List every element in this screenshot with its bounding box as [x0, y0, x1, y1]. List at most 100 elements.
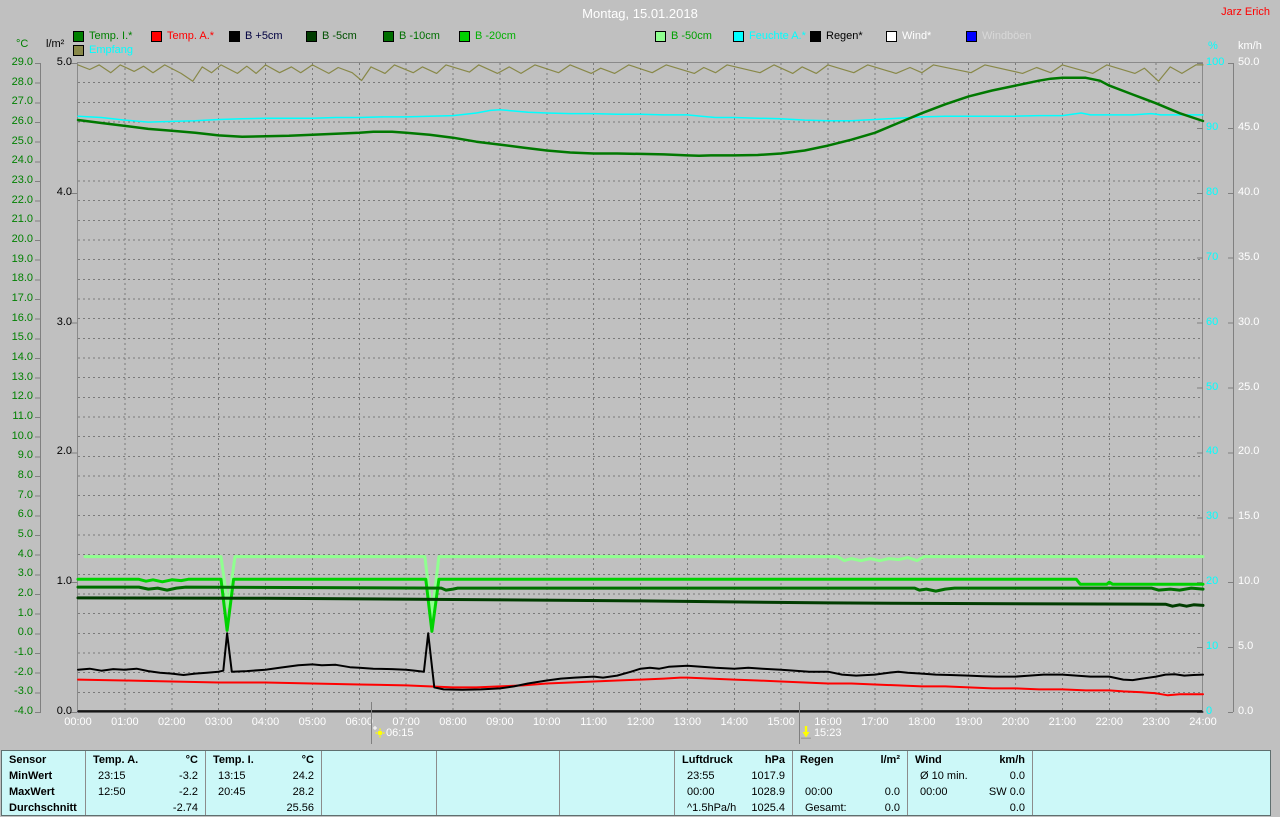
- table-row-labels-column: SensorMinWertMaxWertDurchschnitt: [2, 751, 86, 815]
- rain-tick-label: 4.0: [40, 186, 72, 199]
- time-tick-label: 17:00: [853, 716, 897, 728]
- legend-label: Temp. I.*: [89, 30, 132, 42]
- table-data-row: 12:50-2.2: [86, 785, 205, 801]
- humidity-tick-label: 100: [1206, 56, 1232, 69]
- table-data-row: [1033, 769, 1269, 785]
- celsius-tick-label: 23.0: [2, 174, 33, 187]
- wind-unit-label: km/h: [1238, 40, 1262, 52]
- legend-swatch: [459, 31, 470, 42]
- time-tick-label: 03:00: [197, 716, 241, 728]
- celsius-tick-label: -2.0: [2, 666, 33, 679]
- table-row-label: Durchschnitt: [2, 801, 85, 817]
- celsius-tick-label: 15.0: [2, 331, 33, 344]
- table-cell-value: 24.2: [293, 769, 321, 785]
- series-feuchte_a: [78, 110, 1203, 122]
- table-column-regen: Regenl/m²00:000.0Gesamt:0.0: [793, 751, 908, 815]
- humidity-tick-label: 20: [1206, 575, 1232, 588]
- table-cell-time: [560, 769, 572, 785]
- wind-tick-label: 35.0: [1238, 251, 1272, 264]
- table-data-row: [1033, 801, 1269, 817]
- time-tick-label: 18:00: [900, 716, 944, 728]
- table-cell-value: [667, 801, 674, 817]
- table-cell-value: -3.2: [179, 769, 205, 785]
- table-data-row: [437, 769, 559, 785]
- table-header-unit: [667, 753, 674, 769]
- table-column-header: Temp. I.°C: [206, 753, 321, 769]
- table-column-luftdruck: LuftdruckhPa23:551017.900:001028.9^1.5hP…: [675, 751, 793, 815]
- table-cell-time: 00:00: [908, 785, 948, 801]
- time-tick-label: 22:00: [1087, 716, 1131, 728]
- celsius-tick-label: 8.0: [2, 469, 33, 482]
- table-row-label-text: Sensor: [2, 753, 46, 769]
- table-header-unit: l/m²: [880, 753, 907, 769]
- table-cell-value: 25.56: [286, 801, 321, 817]
- sunrise-icon: [372, 725, 385, 742]
- table-data-row: [1033, 785, 1269, 801]
- celsius-tick-label: 25.0: [2, 135, 33, 148]
- table-data-row: 13:1524.2: [206, 769, 321, 785]
- table-row-label: MinWert: [2, 769, 85, 785]
- table-cell-value: 1025.4: [751, 801, 792, 817]
- table-column-header: LuftdruckhPa: [675, 753, 792, 769]
- legend-label: B +5cm: [245, 30, 283, 42]
- table-column-wind: Windkm/hØ 10 min.0.000:00SW 0.00.0: [908, 751, 1033, 815]
- table-data-row: [560, 801, 674, 817]
- table-cell-time: Gesamt:: [793, 801, 847, 817]
- time-tick-label: 19:00: [947, 716, 991, 728]
- sunset-time-label: 15:23: [814, 727, 842, 739]
- table-column-header: Windkm/h: [908, 753, 1032, 769]
- humidity-tick-label: 30: [1206, 510, 1232, 523]
- table-data-row: [560, 769, 674, 785]
- table-cell-time: [437, 769, 449, 785]
- table-data-row: [437, 801, 559, 817]
- table-cell-value: [667, 785, 674, 801]
- table-cell-time: [1033, 785, 1045, 801]
- table-header-name: [322, 753, 329, 769]
- table-data-row: -2.74: [86, 801, 205, 817]
- table-cell-value: [552, 785, 559, 801]
- celsius-tick-label: 27.0: [2, 95, 33, 108]
- wind-tick-label: 50.0: [1238, 56, 1272, 69]
- celsius-tick-label: 21.0: [2, 213, 33, 226]
- table-cell-value: 28.2: [293, 785, 321, 801]
- table-cell-value: [1262, 785, 1269, 801]
- table-cell-time: [322, 769, 334, 785]
- table-data-row: Ø 10 min.0.0: [908, 769, 1032, 785]
- time-tick-label: 20:00: [994, 716, 1038, 728]
- table-row-label: MaxWert: [2, 785, 85, 801]
- table-cell-time: [1033, 801, 1045, 817]
- table-data-row: 00:000.0: [793, 785, 907, 801]
- humidity-tick-label: 60: [1206, 316, 1232, 329]
- table-cell-time: [437, 785, 449, 801]
- wind-tick-label: 20.0: [1238, 445, 1272, 458]
- wind-tick-label: 5.0: [1238, 640, 1272, 653]
- wind-tick-label: 40.0: [1238, 186, 1272, 199]
- time-tick-label: 11:00: [572, 716, 616, 728]
- table-cell-time: [560, 785, 572, 801]
- time-tick-label: 02:00: [150, 716, 194, 728]
- series-b_plus5: [78, 633, 1203, 690]
- table-header-name: Regen: [793, 753, 834, 769]
- rain-tick-label: 5.0: [40, 56, 72, 69]
- rain-tick-label: 2.0: [40, 445, 72, 458]
- legend-item-tempi: Temp. I.*: [73, 30, 132, 42]
- celsius-tick-label: 28.0: [2, 76, 33, 89]
- table-cell-time: 00:00: [793, 785, 833, 801]
- table-cell-value: [429, 785, 436, 801]
- wind-tick-label: 10.0: [1238, 575, 1272, 588]
- sunset-icon: [800, 725, 812, 742]
- legend-item-regen: Regen*: [810, 30, 863, 42]
- table-header-unit: °C: [302, 753, 321, 769]
- table-column-header: Regen l/m²: [793, 753, 907, 769]
- legend-swatch: [733, 31, 744, 42]
- time-tick-label: 00:00: [56, 716, 100, 728]
- table-data-row: 0.0: [908, 801, 1032, 817]
- celsius-tick-label: 26.0: [2, 115, 33, 128]
- celsius-tick-label: 2.0: [2, 587, 33, 600]
- table-header-name: Luftdruck: [675, 753, 733, 769]
- table-cell-time: [322, 785, 334, 801]
- time-tick-label: 13:00: [665, 716, 709, 728]
- table-cell-time: ^1.5hPa/h: [675, 801, 736, 817]
- weather-station-window: Montag, 15.01.2018 Jarz Erich °C l/m² % …: [0, 0, 1280, 817]
- time-tick-label: 24:00: [1181, 716, 1225, 728]
